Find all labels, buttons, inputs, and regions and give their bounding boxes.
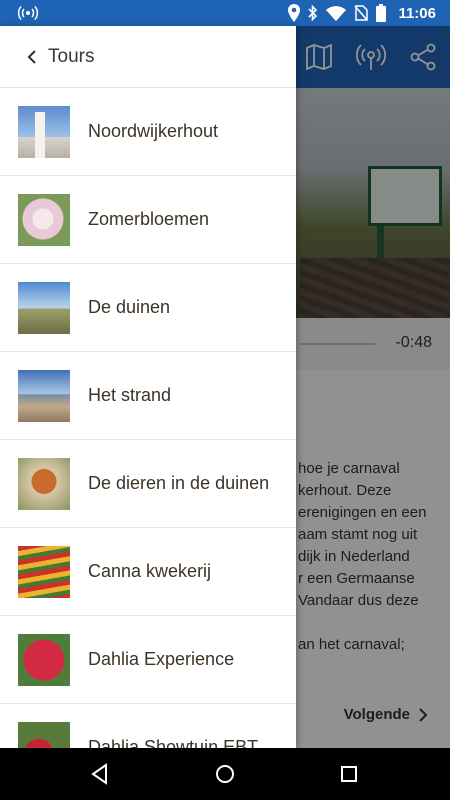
wifi-icon — [326, 6, 347, 21]
no-sim-icon — [354, 5, 369, 21]
tour-item-noordwijkerhout[interactable]: Noordwijkerhout — [0, 88, 296, 176]
status-bar: 11:06 — [0, 0, 450, 26]
status-clock: 11:06 — [398, 4, 436, 22]
tour-label: De dieren in de duinen — [88, 473, 270, 493]
tour-label: De duinen — [88, 297, 171, 317]
tour-item-de-duinen[interactable]: De duinen — [0, 264, 296, 352]
tour-item-dahlia-showtuin-ebt[interactable]: Dahlia Showtuin EBT — [0, 704, 296, 748]
back-icon[interactable] — [88, 762, 112, 786]
tour-item-het-strand[interactable]: Het strand — [0, 352, 296, 440]
drawer-header-back[interactable]: Tours — [0, 26, 296, 88]
location-icon — [288, 4, 301, 22]
tour-thumbnail — [18, 633, 70, 686]
battery-icon — [376, 4, 387, 22]
tour-item-de-dieren-in-de-duinen[interactable]: De dieren in de duinen — [0, 440, 296, 528]
tour-item-dahlia-experience[interactable]: Dahlia Experience — [0, 616, 296, 704]
tour-thumbnail — [18, 193, 70, 246]
tour-thumbnail — [18, 369, 70, 422]
tours-drawer: Tours Noordwijkerhout Zomerbloemen De du… — [0, 26, 296, 748]
bluetooth-icon — [308, 4, 318, 22]
drawer-title: Tours — [48, 45, 95, 67]
broadcast-icon — [18, 6, 38, 20]
system-nav-bar — [0, 748, 450, 800]
chevron-left-icon — [27, 49, 36, 64]
tour-label: Het strand — [88, 385, 172, 405]
tour-item-canna-kwekerij[interactable]: Canna kwekerij — [0, 528, 296, 616]
tour-item-zomerbloemen[interactable]: Zomerbloemen — [0, 176, 296, 264]
tour-thumbnail — [18, 281, 70, 334]
tour-label: Dahlia Experience — [88, 649, 235, 669]
tour-label: Noordwijkerhout — [88, 121, 219, 141]
tour-thumbnail — [18, 721, 70, 748]
tour-label: Zomerbloemen — [88, 209, 210, 229]
tour-label: Dahlia Showtuin EBT — [88, 737, 259, 748]
tour-thumbnail — [18, 105, 70, 158]
tour-label: Canna kwekerij — [88, 561, 212, 581]
home-icon[interactable] — [213, 762, 237, 786]
status-icons: 11:06 — [288, 2, 436, 24]
recents-icon[interactable] — [337, 762, 361, 786]
tour-thumbnail — [18, 545, 70, 598]
tour-thumbnail — [18, 457, 70, 510]
